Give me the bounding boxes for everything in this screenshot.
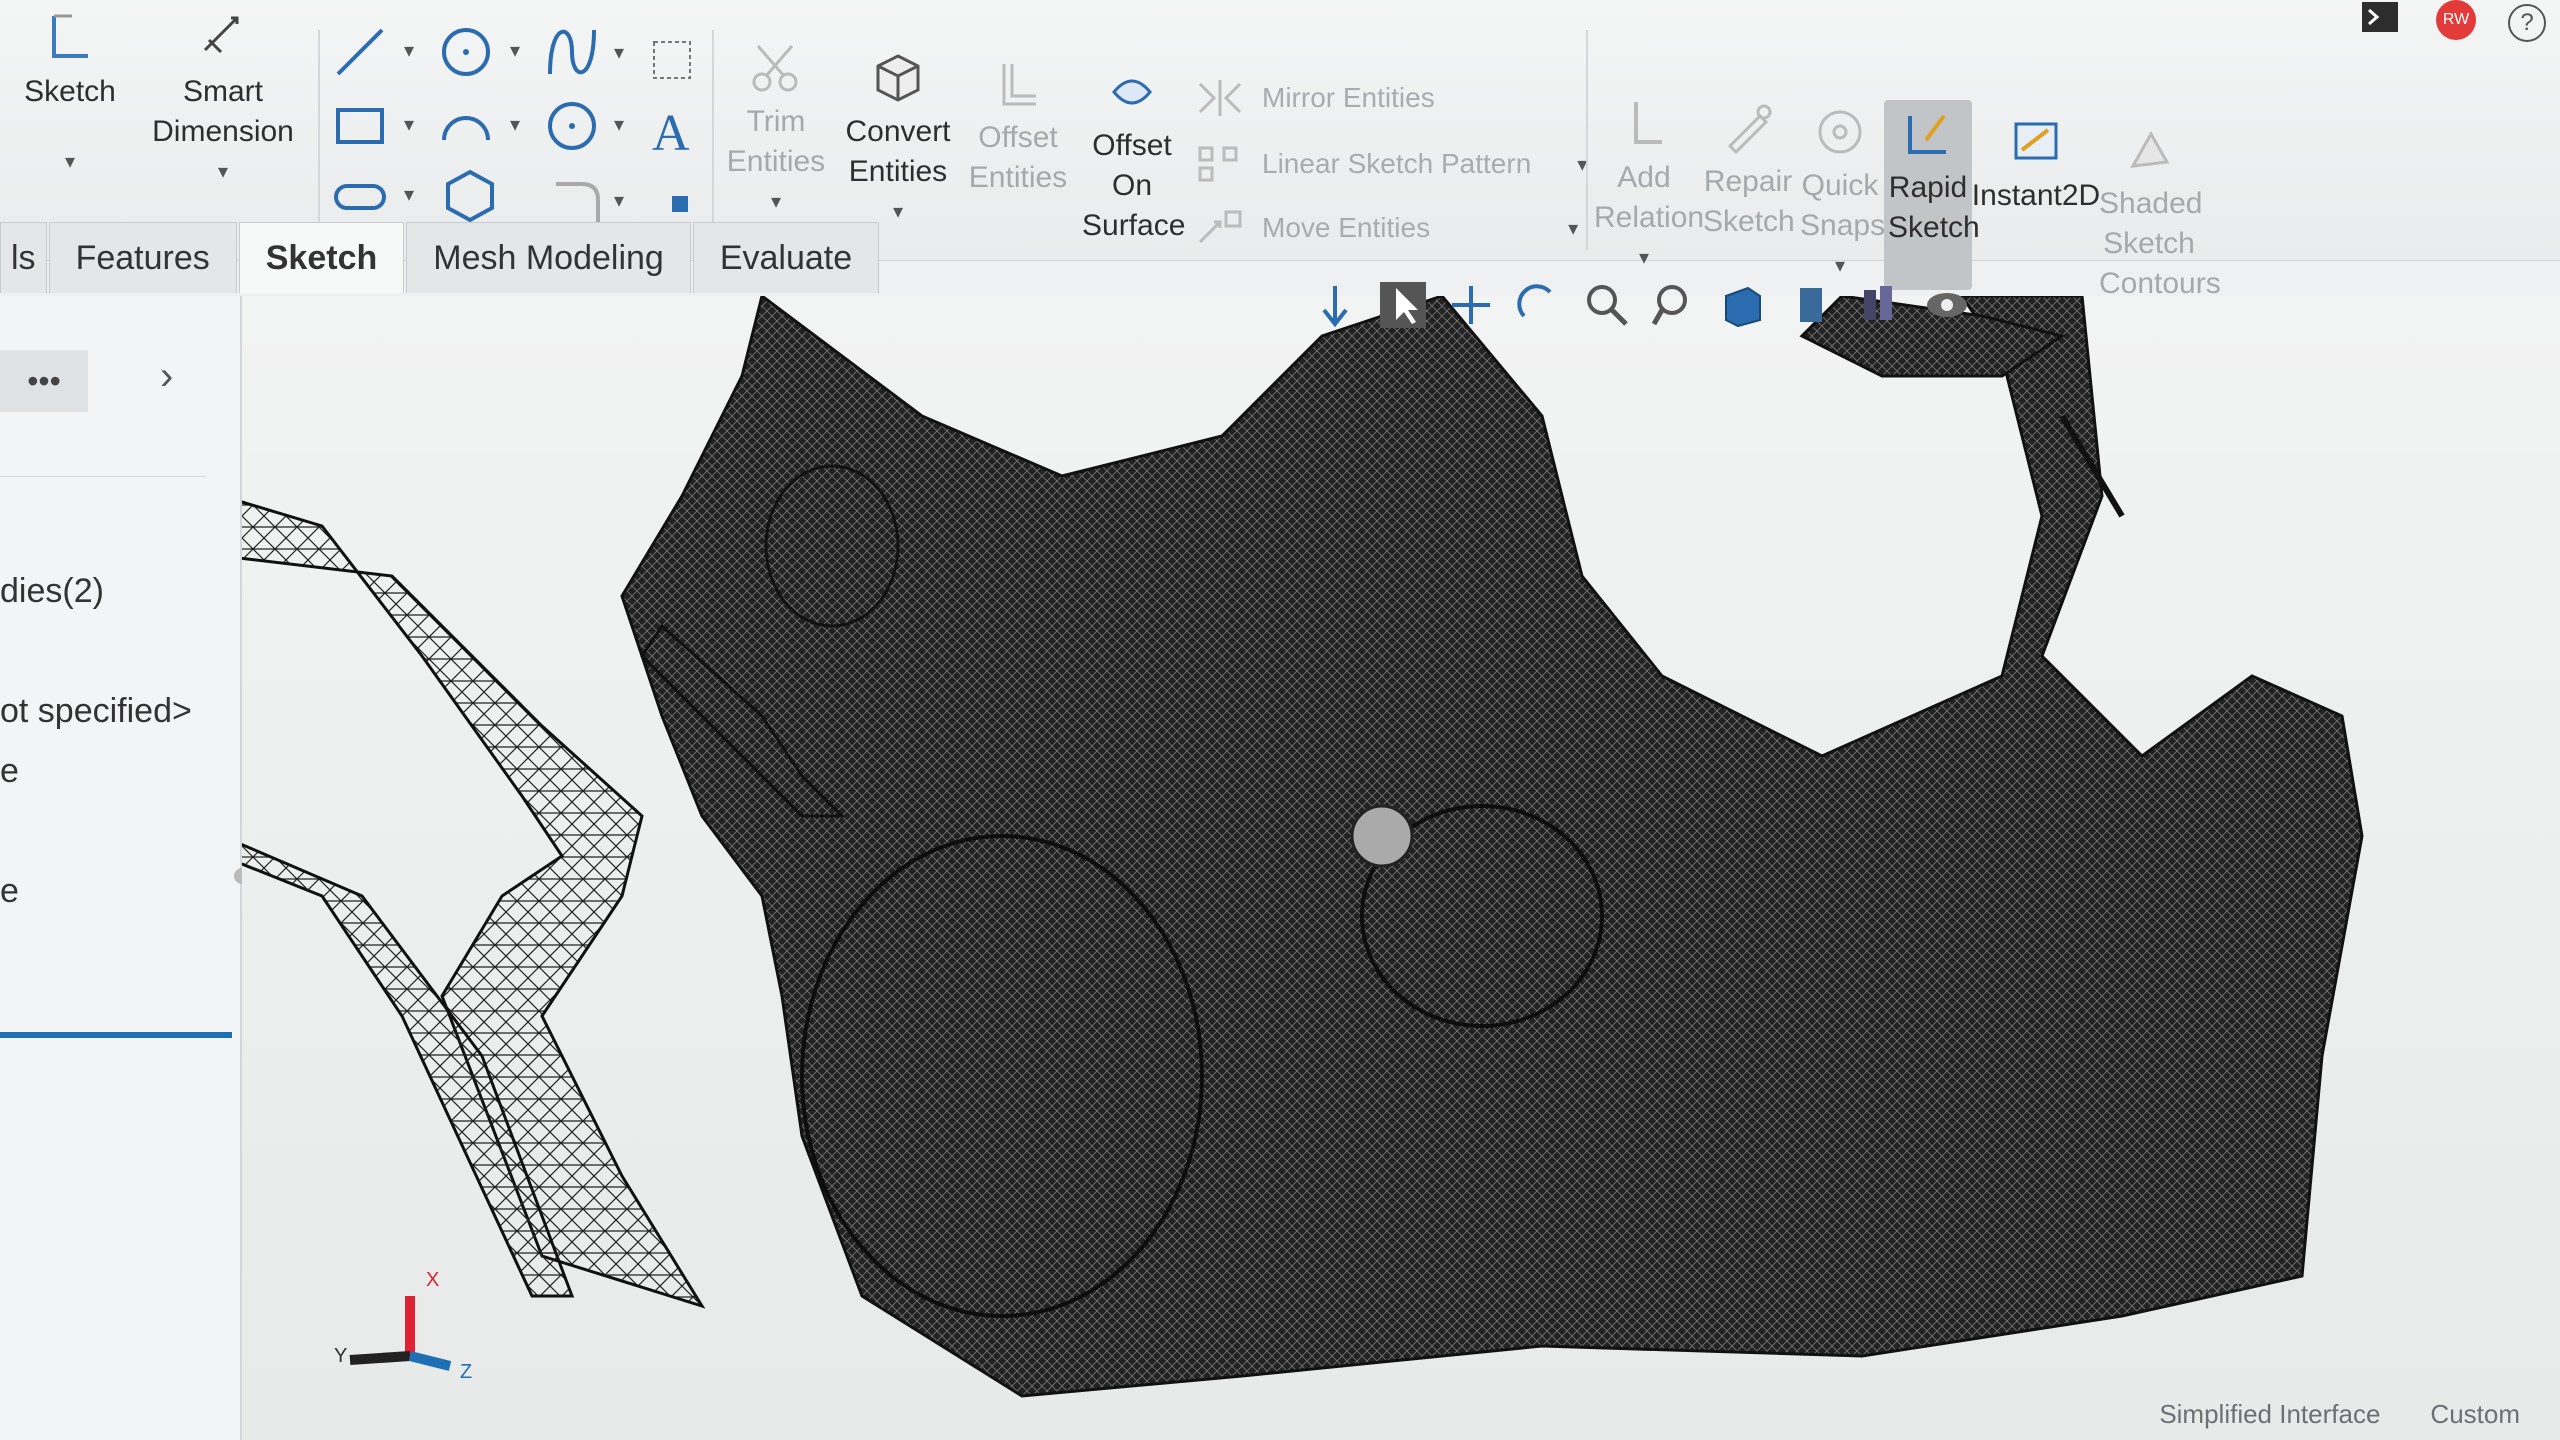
offset-icon (1002, 64, 1036, 106)
rapid-sketch-button[interactable]: Rapid Sketch (1884, 100, 1980, 290)
mirror-entities-button[interactable]: Mirror Entities (1196, 78, 1435, 118)
scissors-icon (752, 45, 798, 92)
pan-icon[interactable] (1446, 280, 1496, 330)
move-entities-button[interactable]: Move Entities ▾ (1196, 208, 1578, 248)
rotate-view-icon[interactable] (1310, 280, 1360, 330)
svg-text:A: A (652, 105, 690, 160)
convert-cube-icon (876, 54, 920, 102)
smart-dimension-icon (203, 16, 239, 54)
fillet-icon[interactable] (548, 170, 608, 230)
chevron-down-icon[interactable]: ▾ (404, 112, 414, 137)
offset-entities-button[interactable]: Offset Entities (962, 56, 1074, 198)
heads-up-view-toolbar (1310, 280, 1972, 330)
hexagon-icon[interactable] (440, 166, 500, 226)
view-orientation-icon[interactable] (1718, 280, 1768, 330)
repair-sketch-button[interactable]: Repair Sketch (1700, 100, 1796, 242)
shaded-contour-icon (2130, 130, 2170, 168)
convert-entities-button[interactable]: Convert Entities ▾ (838, 50, 958, 232)
panel-accent-bar (0, 1032, 232, 1038)
tree-item[interactable]: e (0, 752, 19, 791)
chevron-down-icon[interactable]: ▾ (1639, 238, 1649, 278)
add-relation-icon (1634, 102, 1662, 144)
chevron-down-icon[interactable]: ▾ (614, 188, 624, 213)
chevron-down-icon[interactable]: ▾ (614, 112, 624, 137)
rotate-icon[interactable] (1514, 280, 1564, 330)
status-bar: Simplified Interface Custom (2159, 1399, 2520, 1430)
triad-y-label: Y (334, 1345, 347, 1367)
tab-tools[interactable]: ls (0, 222, 47, 293)
zoom-to-fit-icon[interactable] (1582, 280, 1632, 330)
offset-surface-icon (1112, 79, 1152, 105)
rectangle-icon[interactable] (330, 96, 390, 156)
graphics-viewport[interactable]: X Y Z Simplified Interface Custom (242, 296, 2560, 1440)
shaded-sketch-contours-button[interactable]: Shaded Sketch Contours (2096, 122, 2221, 304)
mirror-icon (1198, 80, 1242, 116)
move-icon (1198, 210, 1242, 244)
mesh-model[interactable] (242, 296, 2560, 1440)
chevron-down-icon[interactable]: ▾ (65, 142, 75, 182)
chevron-down-icon[interactable]: ▾ (404, 38, 414, 63)
circle-icon[interactable] (436, 22, 496, 82)
smart-dimension-button[interactable]: Smart Dimension ▾ (138, 10, 308, 192)
more-options-button[interactable]: ••• (0, 350, 88, 412)
line-icon[interactable] (330, 22, 390, 82)
avatar[interactable]: RW (2436, 0, 2476, 40)
chevron-right-icon[interactable]: › (160, 354, 173, 399)
quick-snaps-button[interactable]: Quick Snaps ▾ (1798, 104, 1885, 286)
grid-snap-icon[interactable] (642, 30, 702, 90)
simplified-interface-label[interactable]: Simplified Interface (2159, 1399, 2380, 1430)
tab-mesh-modeling[interactable]: Mesh Modeling (406, 222, 691, 293)
select-pointer-icon[interactable] (1378, 280, 1428, 330)
sketch-button[interactable]: Sketch ▾ (18, 10, 122, 173)
repair-icon (1727, 104, 1772, 155)
arc-icon[interactable] (436, 96, 496, 156)
help-icon[interactable]: ? (2508, 4, 2546, 42)
panel-divider (0, 416, 206, 477)
slot-icon[interactable] (330, 166, 390, 226)
chevron-down-icon[interactable]: ▾ (893, 192, 903, 232)
view-triad: X Y Z (334, 1269, 472, 1383)
offset-on-surface-button[interactable]: Offset On Surface (1080, 64, 1185, 246)
polygon-circle-icon[interactable] (542, 96, 602, 156)
tree-item[interactable]: e (0, 872, 19, 911)
triad-z-label: Z (460, 1361, 472, 1383)
instant2d-icon (2014, 122, 2058, 160)
chevron-down-icon[interactable]: ▾ (771, 182, 781, 222)
quick-snaps-icon (1818, 110, 1862, 154)
rapid-sketch-icon (1908, 114, 1946, 154)
section-view-icon[interactable] (1786, 280, 1836, 330)
trim-entities-button[interactable]: Trim Entities ▾ (720, 40, 832, 222)
chevron-down-icon[interactable]: ▾ (510, 38, 520, 63)
text-icon[interactable]: A (642, 100, 702, 160)
chevron-down-icon[interactable]: ▾ (404, 182, 414, 207)
solid-bodies-item[interactable]: dies(2) (0, 572, 104, 611)
linear-pattern-icon (1198, 146, 1238, 182)
triad-x-label: X (426, 1269, 439, 1291)
command-tabs: ls Features Sketch Mesh Modeling Evaluat… (0, 222, 881, 296)
display-style-icon[interactable] (1854, 280, 1904, 330)
tab-features[interactable]: Features (48, 222, 237, 293)
custom-label[interactable]: Custom (2430, 1399, 2520, 1430)
ribbon-separator (712, 30, 714, 250)
chevron-down-icon[interactable]: ▾ (1568, 216, 1578, 241)
chevron-down-icon[interactable]: ▾ (218, 152, 228, 192)
hide-show-items-icon[interactable] (1922, 280, 1972, 330)
material-item[interactable]: ot specified> (0, 692, 192, 731)
ribbon-separator (1586, 30, 1588, 250)
sketch-icon (52, 14, 88, 58)
add-relation-button[interactable]: Add Relation ▾ (1592, 96, 1704, 278)
instant2d-button[interactable]: Instant2D (1972, 114, 2100, 216)
chevron-down-icon[interactable]: ▾ (614, 40, 624, 65)
ribbon-separator (318, 30, 320, 250)
zoom-to-area-icon[interactable] (1650, 280, 1700, 330)
tab-evaluate[interactable]: Evaluate (692, 222, 880, 293)
linear-sketch-pattern-button[interactable]: Linear Sketch Pattern ▾ (1196, 144, 1587, 184)
spline-icon[interactable] (542, 22, 602, 82)
tab-sketch[interactable]: Sketch (238, 222, 405, 293)
chevron-down-icon[interactable]: ▾ (510, 112, 520, 137)
feature-manager-panel: ••• › dies(2) ot specified> e e (0, 296, 250, 1440)
terminal-icon[interactable] (2360, 0, 2400, 34)
